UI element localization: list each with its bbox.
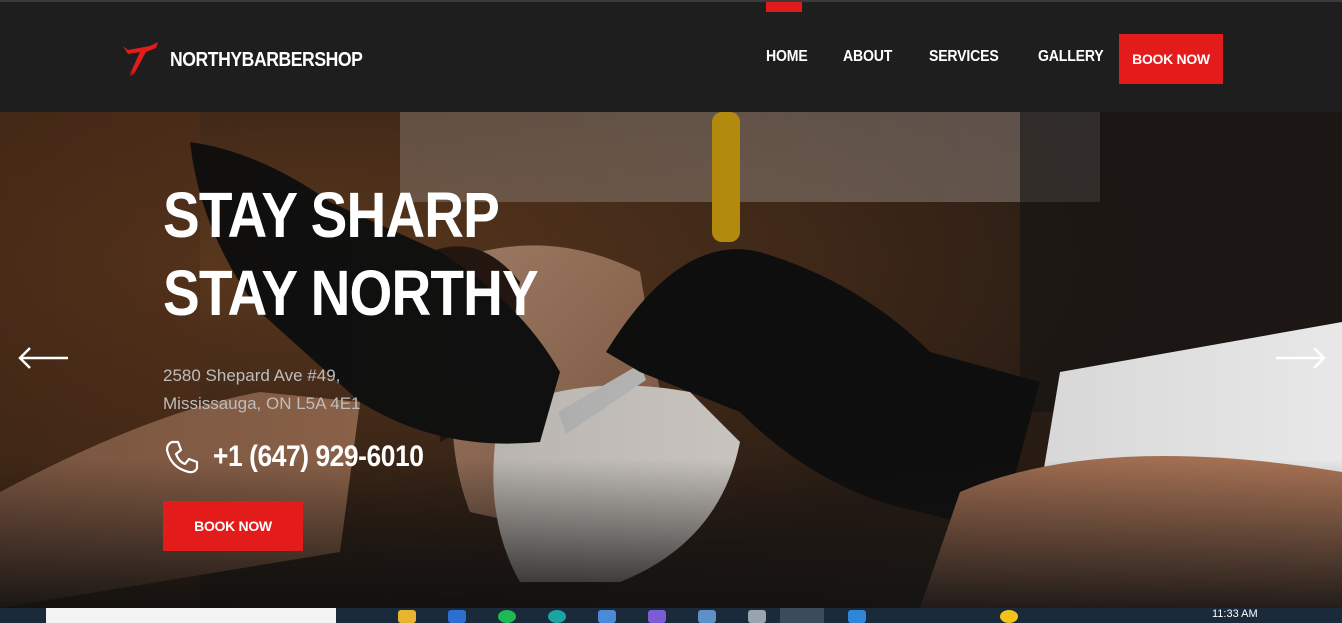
active-nav-indicator [766,2,802,12]
visual-studio-icon[interactable] [648,610,666,623]
taskbar-search-input[interactable] [46,608,336,623]
brand-logo[interactable]: NORTHYBARBERSHOP [120,40,389,80]
site-header: NORTHYBARBERSHOP HOME ABOUT SERVICES GAL… [0,0,1342,112]
nav-item-gallery[interactable]: GALLERY [1038,48,1104,66]
hero-book-now-button[interactable]: BOOK NOW [163,501,303,551]
vscode-icon[interactable] [848,610,866,623]
phone-contact[interactable]: +1 (647) 929-6010 [163,438,452,476]
main-nav: HOME ABOUT SERVICES GALLERY [766,48,1143,66]
store-icon[interactable] [448,610,466,623]
notepad-icon[interactable] [748,610,766,623]
edge-icon[interactable] [548,610,566,623]
nav-item-home[interactable]: HOME [766,48,808,66]
os-taskbar: 11:33 AM [0,608,1342,623]
phone-number: +1 (647) 929-6010 [213,440,424,473]
arrow-right-icon[interactable] [1274,344,1328,372]
chrome-taskbar-button[interactable] [780,608,824,623]
app-icon[interactable] [698,610,716,623]
razor-logo-icon [123,42,158,76]
nav-item-services[interactable]: SERVICES [929,48,999,66]
arrow-left-icon[interactable] [16,344,70,372]
address-line-2: Mississauga, ON L5A 4E1 [163,394,361,413]
header-book-now-button[interactable]: BOOK NOW [1119,34,1223,84]
address-line-1: 2580 Shepard Ave #49, [163,366,341,385]
file-explorer-icon[interactable] [398,610,416,623]
spotify-icon[interactable] [498,610,516,623]
brand-name: NORTHYBARBERSHOP [170,48,363,71]
weather-icon[interactable] [1000,610,1018,623]
hero-slider: STAY SHARP STAY NORTHY 2580 Shepard Ave … [0,112,1342,608]
taskbar-clock[interactable]: 11:33 AM [1212,608,1258,620]
shop-address: 2580 Shepard Ave #49, Mississauga, ON L5… [163,362,360,418]
nav-item-about[interactable]: ABOUT [843,48,892,66]
app-icon[interactable] [598,610,616,623]
hero-title: STAY SHARP STAY NORTHY [163,179,539,329]
phone-icon [165,440,199,474]
